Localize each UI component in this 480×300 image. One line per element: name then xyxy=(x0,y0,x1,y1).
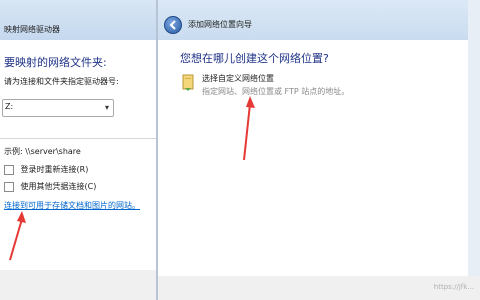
dialog-title: 映射网络驱动器 xyxy=(4,25,60,34)
reconnect-checkbox[interactable] xyxy=(4,164,14,175)
wizard-footer xyxy=(158,276,480,300)
dialog-instruction: 请为连接和文件夹指定驱动器号: xyxy=(4,77,119,86)
folder-location-icon xyxy=(182,74,194,91)
credentials-checkbox-row[interactable]: 使用其他凭据连接(C) xyxy=(4,181,96,193)
option-title: 选择自定义网络位置 xyxy=(202,74,274,83)
annotation-arrow-right xyxy=(243,96,255,161)
back-arrow-icon xyxy=(169,20,176,30)
add-network-location-wizard: 添加网络位置向导 您想在哪儿创建这个网络位置? 选择自定义网络位置 指定网站、网… xyxy=(156,0,480,300)
window-edge xyxy=(468,0,480,300)
screen: 映射网络驱动器 要映射的网络文件夹: 请为连接和文件夹指定驱动器号: Z: ▾ … xyxy=(0,0,480,300)
divider xyxy=(0,138,156,139)
path-example: 示例: \\server\share xyxy=(4,147,81,156)
chevron-down-icon: ▾ xyxy=(104,103,109,112)
credentials-checkbox[interactable] xyxy=(4,181,14,192)
reconnect-checkbox-row[interactable]: 登录时重新连接(R) xyxy=(4,164,88,176)
custom-network-location-option[interactable]: 选择自定义网络位置 指定网站、网络位置或 FTP 站点的地址。 xyxy=(180,70,466,100)
dialog-heading: 要映射的网络文件夹: xyxy=(4,56,107,69)
dialog-bottom-panel xyxy=(0,270,156,300)
reconnect-label: 登录时重新连接(R) xyxy=(20,165,89,174)
drive-letter-select[interactable]: Z: ▾ xyxy=(2,99,114,117)
back-button[interactable] xyxy=(164,16,182,34)
annotation-arrow-left xyxy=(9,211,26,261)
watermark: https://jfk... xyxy=(433,283,474,291)
wizard-title: 添加网络位置向导 xyxy=(188,20,252,29)
drive-letter-value: Z: xyxy=(5,102,14,111)
credentials-label: 使用其他凭据连接(C) xyxy=(20,182,97,191)
option-description: 指定网站、网络位置或 FTP 站点的地址。 xyxy=(202,87,350,96)
wizard-heading: 您想在哪儿创建这个网络位置? xyxy=(180,52,329,65)
